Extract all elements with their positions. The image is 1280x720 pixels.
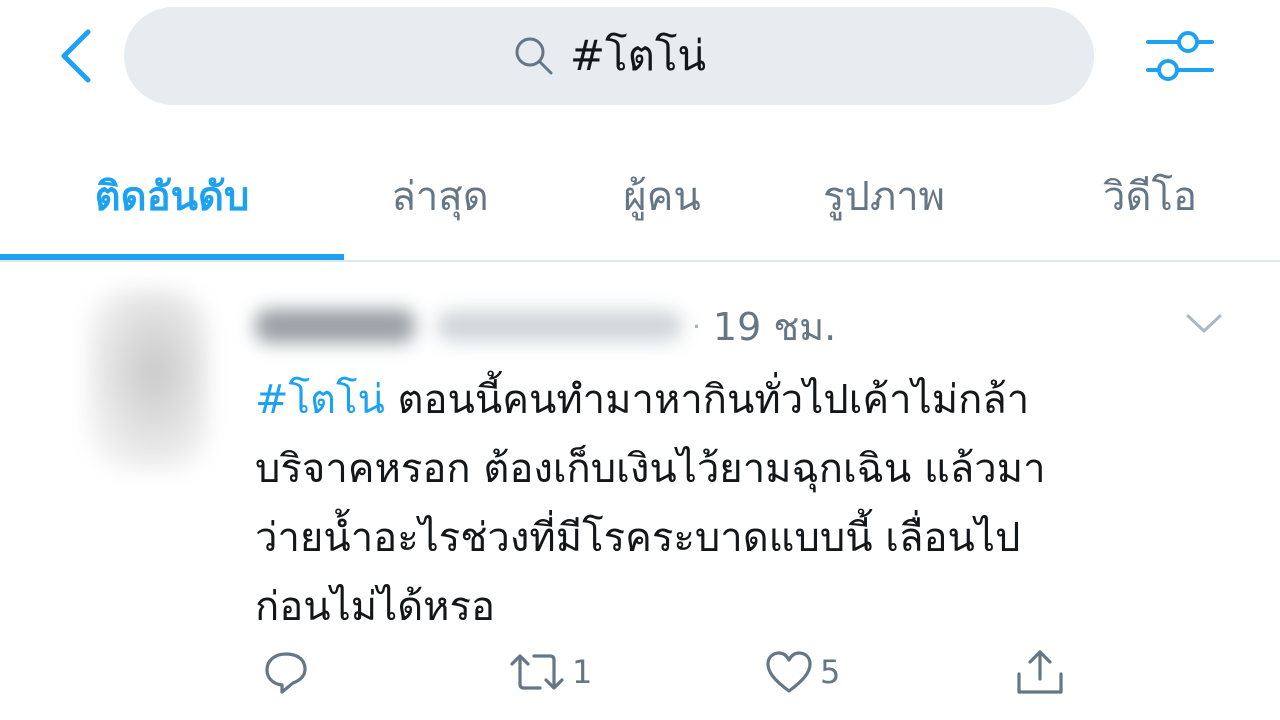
retweet-count: 1 (572, 653, 593, 691)
author-handle (437, 311, 682, 341)
hashtag-link[interactable]: #โตโน่ (255, 377, 385, 423)
reply-button[interactable] (262, 644, 310, 700)
avatar[interactable] (88, 290, 208, 470)
sliders-icon (1146, 31, 1214, 81)
tab-latest[interactable]: ล่าสุด (344, 138, 536, 254)
reply-icon (265, 652, 307, 694)
search-input[interactable]: #โตโน่ (124, 7, 1094, 105)
tweet-text-line: ก่อนไม่ได้หรอ (255, 584, 496, 630)
search-icon (515, 37, 553, 75)
retweet-icon (510, 654, 564, 690)
meta-separator: · (692, 309, 701, 343)
divider (0, 260, 1280, 262)
search-results-screen: #โตโน่ ติดอันดับ ล่าสุด ผู้คน รูปภาพ วิด… (0, 0, 1280, 720)
heart-icon (766, 651, 812, 693)
retweet-button[interactable]: 1 (508, 644, 592, 700)
search-tabs: ติดอันดับ ล่าสุด ผู้คน รูปภาพ วิดีโอ (0, 138, 1280, 260)
share-button[interactable] (1014, 644, 1066, 700)
chevron-left-icon (61, 29, 91, 83)
search-filter-button[interactable] (1140, 22, 1220, 90)
tweet-text-segment: ตอนนี้คนทำมาหากินทั่วไปเค้าไม่กล้า (384, 377, 1030, 423)
back-button[interactable] (48, 22, 104, 90)
chevron-down-icon (1186, 314, 1222, 333)
tweet-menu-button[interactable] (1178, 300, 1230, 348)
tweet-header: · 19 ชม. (255, 296, 836, 356)
author-name[interactable] (255, 309, 415, 343)
tweet-text-line: #โตโน่ ตอนนี้คนทำมาหากินทั่วไปเค้าไม่กล้… (255, 366, 1245, 435)
like-count: 5 (820, 653, 841, 691)
tweet-timestamp: 19 ชม. (712, 304, 837, 349)
search-query-text: #โตโน่ (569, 31, 707, 80)
tweet-text-line: ว่ายน้ำอะไรช่วงที่มีโรคระบาดแบบนี้ เลื่อ… (255, 515, 1021, 561)
tab-photos[interactable]: รูปภาพ (784, 138, 984, 254)
tweet-text: #โตโน่ ตอนนี้คนทำมาหากินทั่วไปเค้าไม่กล้… (255, 366, 1245, 642)
like-button[interactable]: 5 (764, 644, 840, 700)
share-icon (1017, 650, 1063, 694)
tab-top[interactable]: ติดอันดับ (0, 138, 344, 254)
tab-videos[interactable]: วิดีโอ (1060, 138, 1240, 254)
tab-people[interactable]: ผู้คน (560, 138, 764, 254)
tweet-text-line: บริจาคหรอก ต้องเก็บเงินไว้ยามฉุกเฉิน แล้… (255, 446, 1046, 492)
